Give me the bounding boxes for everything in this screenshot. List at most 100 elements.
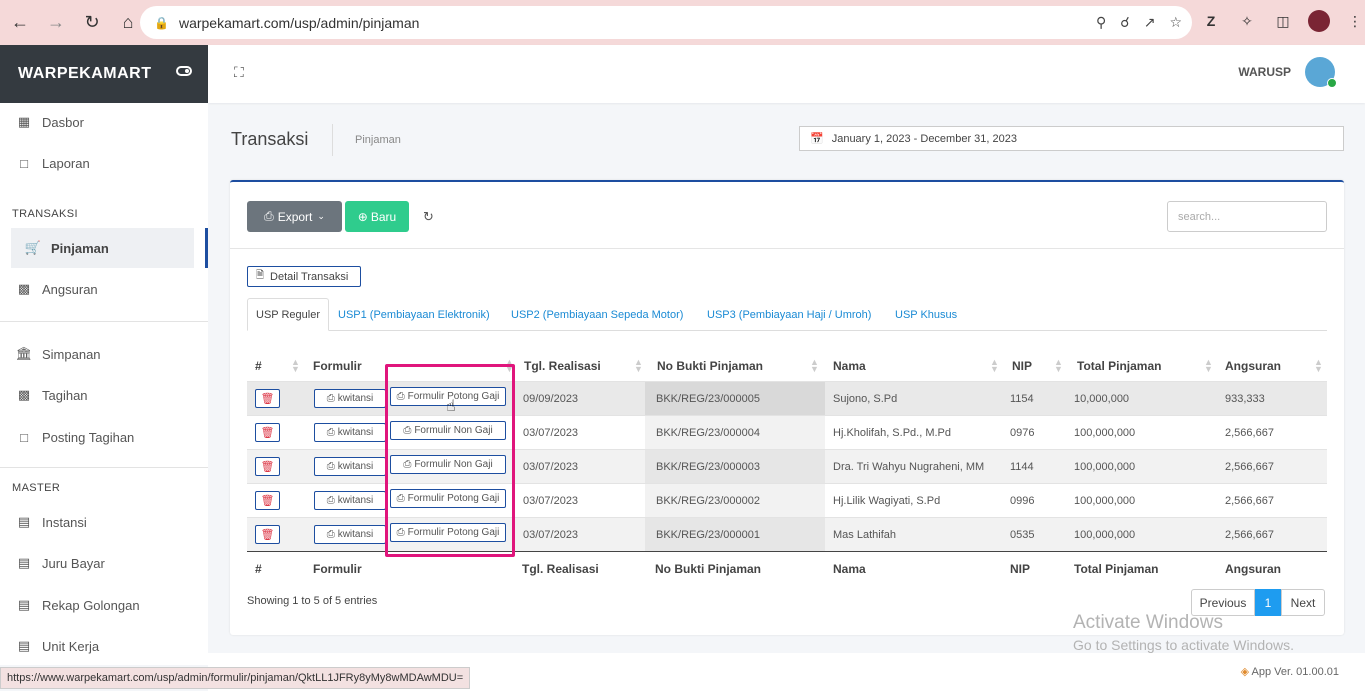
sidebar-divider xyxy=(0,321,208,322)
column-header[interactable]: Nama xyxy=(833,351,866,381)
column-header[interactable]: No Bukti Pinjaman xyxy=(657,351,763,381)
column-footer: Formulir xyxy=(313,561,362,576)
nip-cell: 0976 xyxy=(1010,427,1035,439)
tab-usp-khusus[interactable]: USP Khusus xyxy=(895,298,957,331)
page-1-button[interactable]: 1 xyxy=(1255,589,1281,616)
delete-button[interactable]: 🗑 xyxy=(255,457,280,476)
printer-icon: ⎙ xyxy=(264,209,274,223)
breadcrumb: Pinjaman xyxy=(355,134,401,146)
side-panel-icon[interactable]: ◫ xyxy=(1272,10,1294,32)
sidebar-item-simpanan[interactable]: 🏛 Simpanan xyxy=(0,334,208,374)
app-version: ◈ App Ver. 01.00.01 xyxy=(1240,666,1339,678)
annotation-highlight-box xyxy=(385,364,515,557)
sort-icon[interactable]: ▲ ▼ xyxy=(1204,358,1213,374)
sidebar-item-dasbor[interactable]: ▦ Dasbor xyxy=(0,102,208,142)
section-header-transaksi: TRANSAKSI xyxy=(12,208,78,220)
dashboard-icon: ▦ xyxy=(17,114,31,129)
add-new-button[interactable]: ⊕ Baru xyxy=(345,201,409,232)
book-icon: ▤ xyxy=(17,514,31,529)
angsuran-cell: 2,566,667 xyxy=(1225,461,1274,473)
search-input[interactable] xyxy=(1167,201,1327,232)
sort-icon[interactable]: ▲ ▼ xyxy=(291,358,300,374)
fullscreen-icon[interactable]: ⛶ xyxy=(234,64,250,80)
sidebar-item-label: Posting Tagihan xyxy=(42,429,135,445)
column-header[interactable]: # xyxy=(255,351,262,381)
sidebar-item-label: Rekap Golongan xyxy=(42,597,140,613)
date-range-picker[interactable]: 📅 January 1, 2023 - December 31, 2023 xyxy=(799,126,1344,151)
profile-avatar[interactable] xyxy=(1308,10,1330,32)
share-icon[interactable]: ↗ xyxy=(1144,14,1156,31)
column-header[interactable]: NIP xyxy=(1012,351,1032,381)
column-header[interactable]: Angsuran xyxy=(1225,351,1281,381)
date-cell: 03/07/2023 xyxy=(523,529,579,541)
zoom-icon[interactable]: ☌ xyxy=(1120,14,1129,31)
name-cell: Hj.Lilik Wagiyati, S.Pd xyxy=(833,495,941,507)
name-cell: Mas Lathifah xyxy=(833,529,896,541)
tab-usp1[interactable]: USP1 (Pembiayaan Elektronik) xyxy=(338,298,490,331)
puzzle-icon[interactable]: ✧ xyxy=(1236,10,1258,32)
sort-icon[interactable]: ▲ ▼ xyxy=(634,358,643,374)
loan-number-cell: BKK/REG/23/000004 xyxy=(656,427,760,439)
loan-number-cell: BKK/REG/23/000002 xyxy=(656,495,760,507)
sort-icon[interactable]: ▲ ▼ xyxy=(1314,358,1323,374)
address-bar[interactable]: 🔒 warpekamart.com/usp/admin/pinjaman ⚲ ☌… xyxy=(140,6,1192,39)
back-icon[interactable]: ← xyxy=(4,7,36,39)
column-header[interactable]: Formulir xyxy=(313,351,362,381)
loan-number-cell: BKK/REG/23/000001 xyxy=(656,529,760,541)
money-icon: ▩ xyxy=(17,281,31,296)
sidebar-item-unit-kerja[interactable]: ▤ Unit Kerja xyxy=(0,626,208,666)
sidebar-divider xyxy=(0,467,208,468)
sidebar-item-juru-bayar[interactable]: ▤ Juru Bayar xyxy=(0,543,208,583)
delete-button[interactable]: 🗑 xyxy=(255,423,280,442)
kwitansi-button[interactable]: ⎙ kwitansi xyxy=(314,389,386,408)
column-header[interactable]: Tgl. Realisasi xyxy=(524,351,601,381)
sort-icon[interactable]: ▲ ▼ xyxy=(810,358,819,374)
delete-button[interactable]: 🗑 xyxy=(255,525,280,544)
forward-icon[interactable]: → xyxy=(40,7,72,39)
sidebar-item-posting-tagihan[interactable]: □ Posting Tagihan xyxy=(0,417,208,457)
column-footer: Tgl. Realisasi xyxy=(522,561,599,576)
sidebar-item-angsuran[interactable]: ▩ Angsuran xyxy=(0,269,208,309)
extension-z-icon[interactable]: Z xyxy=(1200,10,1222,32)
menu-kebab-icon[interactable]: ⋮ xyxy=(1344,10,1365,32)
sidebar-item-instansi[interactable]: ▤ Instansi xyxy=(0,502,208,542)
angsuran-cell: 2,566,667 xyxy=(1225,495,1274,507)
trash-icon: 🗑 xyxy=(260,529,275,541)
avatar[interactable] xyxy=(1305,57,1337,88)
sidebar-item-laporan[interactable]: □ Laporan xyxy=(0,143,208,183)
kwitansi-button[interactable]: ⎙ kwitansi xyxy=(314,525,386,544)
kwitansi-button[interactable]: ⎙ kwitansi xyxy=(314,423,386,442)
key-icon[interactable]: ⚲ xyxy=(1096,14,1106,31)
next-page-button[interactable]: Next xyxy=(1281,589,1325,616)
printer-icon: ⎙ xyxy=(326,495,335,506)
tab-usp3[interactable]: USP3 (Pembiayaan Haji / Umroh) xyxy=(707,298,871,331)
tab-usp-reguler[interactable]: USP Reguler xyxy=(247,298,329,331)
detail-transaksi-button[interactable]: 🗎 Detail Transaksi xyxy=(247,266,361,287)
sidebar-item-tagihan[interactable]: ▩ Tagihan xyxy=(0,375,208,415)
column-header[interactable]: Total Pinjaman xyxy=(1077,351,1161,381)
page-title: Transaksi xyxy=(231,129,309,149)
sort-icon[interactable]: ▲ ▼ xyxy=(1054,358,1063,374)
user-name[interactable]: WARUSP xyxy=(1238,65,1291,79)
delete-button[interactable]: 🗑 xyxy=(255,491,280,510)
reload-icon[interactable]: ↻ xyxy=(76,7,108,39)
bookmark-star-icon[interactable]: ☆ xyxy=(1169,14,1182,31)
sidebar-item-pinjaman[interactable]: 🛒 Pinjaman xyxy=(11,228,194,268)
date-cell: 09/09/2023 xyxy=(523,393,579,405)
column-footer: NIP xyxy=(1010,561,1031,576)
document-icon: 🗎 xyxy=(256,270,265,281)
active-indicator xyxy=(205,228,208,268)
sidebar-item-label: Simpanan xyxy=(42,346,101,362)
toggle-icon[interactable] xyxy=(176,66,192,76)
tab-usp2[interactable]: USP2 (Pembiayaan Sepeda Motor) xyxy=(511,298,683,331)
sidebar-item-rekap-golongan[interactable]: ▤ Rekap Golongan xyxy=(0,585,208,625)
nip-cell: 1154 xyxy=(1010,393,1034,405)
book-icon: ▤ xyxy=(17,597,31,612)
kwitansi-button[interactable]: ⎙ kwitansi xyxy=(314,457,386,476)
delete-button[interactable]: 🗑 xyxy=(255,389,280,408)
export-button[interactable]: ⎙ Export ⌄ xyxy=(247,201,342,232)
sort-icon[interactable]: ▲ ▼ xyxy=(990,358,999,374)
refresh-icon[interactable]: ↻ xyxy=(423,209,437,224)
kwitansi-button[interactable]: ⎙ kwitansi xyxy=(314,491,386,510)
sidebar-item-label: Angsuran xyxy=(42,281,98,297)
